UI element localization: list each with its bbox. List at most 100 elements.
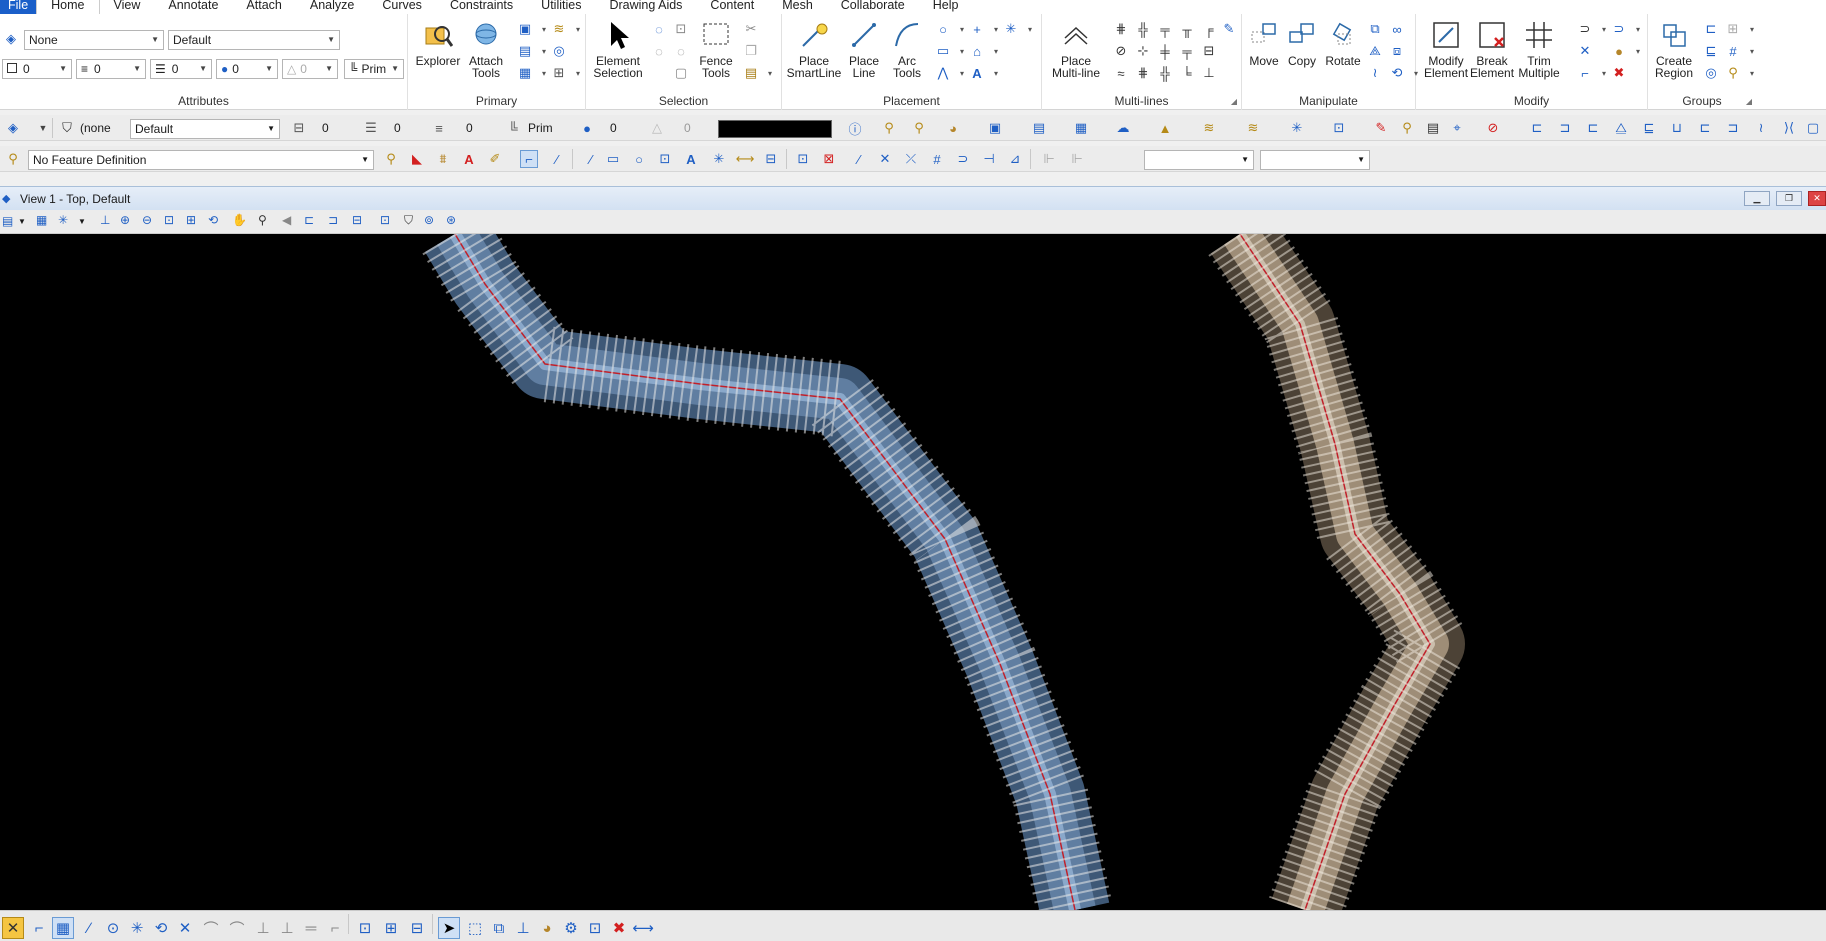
copy-clipboard-icon[interactable]: ❐ <box>742 42 760 60</box>
restore-button[interactable]: ❐ <box>1776 191 1802 206</box>
priority-combo[interactable]: △ 0 ▼ <box>282 59 338 79</box>
intersect-icon[interactable]: ✕ <box>1576 42 1594 60</box>
info-icon[interactable]: ⓘ <box>846 119 864 137</box>
civil-icon[interactable]: ⩩ <box>434 150 452 168</box>
search-icon[interactable]: ⚲ <box>1398 119 1416 137</box>
pan-view-icon[interactable]: ✋ <box>232 213 247 227</box>
align-top-icon[interactable]: ⧋ <box>1612 119 1630 137</box>
break-element-button[interactable]: Break Element <box>1470 18 1514 79</box>
select-none-icon[interactable]: ◌ <box>650 42 668 60</box>
shape-icon[interactable]: ⌂ <box>968 42 998 60</box>
edit-icon[interactable]: ✎ <box>1372 119 1390 137</box>
distribute-icon[interactable]: ⊔ <box>1668 119 1686 137</box>
text-icon[interactable]: A <box>682 150 700 168</box>
chamfer-icon[interactable]: ⊿ <box>1006 150 1024 168</box>
menu-file[interactable]: File <box>0 0 37 14</box>
level-display-icon[interactable]: ◎ <box>550 42 568 60</box>
mline-del-icon[interactable]: ⊥ <box>1200 64 1218 82</box>
align-center-icon[interactable]: ⊐ <box>1556 119 1574 137</box>
text-style-icon[interactable]: A <box>460 150 478 168</box>
zoom-in-icon[interactable]: ⊕ <box>120 213 130 227</box>
image-icon[interactable]: ▲ <box>1156 119 1174 137</box>
transparency-sphere-icon[interactable]: ● <box>578 119 596 137</box>
bisector-snap-icon[interactable]: ⟲ <box>150 917 172 939</box>
style-combo[interactable]: Default ▼ <box>168 30 340 50</box>
view-attributes-icon[interactable]: ▤ <box>2 214 13 228</box>
chevron-down-icon[interactable]: ▼ <box>34 119 52 137</box>
clip-volume-icon[interactable]: ⊟ <box>352 213 362 227</box>
text-icon[interactable]: A <box>968 64 998 82</box>
option-combo-1[interactable]: ▼ <box>1144 150 1254 170</box>
line-icon[interactable]: ∕ <box>582 150 600 168</box>
dimension-icon[interactable]: ⟷ <box>736 150 755 168</box>
layers-icon[interactable]: ≋ <box>1200 119 1218 137</box>
list-icon[interactable]: ▤ <box>1424 119 1442 137</box>
filter-label[interactable]: (none <box>80 121 111 135</box>
mline-cap-icon[interactable]: ╬ <box>1156 64 1174 82</box>
polyline-icon[interactable]: ⋀ <box>934 64 964 82</box>
level-manager-icon[interactable]: ≋ <box>550 20 580 38</box>
delete-icon[interactable]: ✖ <box>608 917 630 939</box>
copy-button[interactable]: Copy <box>1284 18 1320 67</box>
named-group-icon[interactable]: ⊑ <box>1702 42 1720 60</box>
feature-definition-combo[interactable]: No Feature Definition ▼ <box>28 150 374 170</box>
cube-icon[interactable]: ▣ <box>986 119 1004 137</box>
intersection-snap-icon[interactable]: ✕ <box>174 917 196 939</box>
priority-icon[interactable]: △ <box>648 119 666 137</box>
copy-view-icon[interactable]: ⊐ <box>328 213 338 227</box>
level-combo[interactable]: None ▼ <box>24 30 164 50</box>
clip-mask-icon[interactable]: ⛉ <box>404 213 413 228</box>
mline-corner-icon[interactable]: ╒ <box>1200 20 1218 38</box>
chamfer-icon[interactable]: ⊃ <box>1610 20 1640 38</box>
transparency-value[interactable]: 0 <box>684 121 691 135</box>
mline-cross-open-icon[interactable]: ╬ <box>1134 20 1152 38</box>
mline-cross-closed-icon[interactable]: ⋕ <box>1112 20 1130 38</box>
cell-icon[interactable]: ✳ <box>1002 20 1032 38</box>
measure-icon[interactable]: ⟷ <box>632 917 654 939</box>
extend-icon[interactable]: ⌐ <box>1576 64 1606 82</box>
smartline-icon[interactable]: ⌐ <box>28 917 50 939</box>
mirror-icon[interactable]: ⟩⟨ <box>1780 119 1798 137</box>
partial-delete-icon[interactable]: ⊣ <box>980 150 998 168</box>
brush-icon[interactable]: ✐ <box>486 150 504 168</box>
align-right-icon[interactable]: ⊏ <box>1584 119 1602 137</box>
delete-icon[interactable]: ✖ <box>1610 64 1628 82</box>
create-region-button[interactable]: Create Region <box>1652 18 1696 79</box>
select-all-icon[interactable]: ◌ <box>650 20 668 38</box>
dialog-launcher-icon[interactable]: ◢ <box>1231 97 1237 106</box>
extend-icon[interactable]: ⤫ <box>902 150 920 168</box>
groups-dialog-launcher-icon[interactable]: ◢ <box>1746 97 1752 106</box>
tool-disabled-1-icon[interactable]: ⊩ <box>1040 150 1058 168</box>
shape-icon[interactable]: ⊡ <box>656 150 674 168</box>
modify-element-button[interactable]: Modify Element <box>1424 18 1468 79</box>
tangent-snap-icon[interactable]: ⌒ <box>200 917 222 939</box>
place-multiline-button[interactable]: Place Multi-line <box>1046 18 1106 79</box>
color-bar[interactable] <box>718 120 832 138</box>
view-attr-icon[interactable]: ⊡ <box>1330 119 1348 137</box>
update-icon[interactable]: ⊥ <box>512 917 534 939</box>
tangent-point-snap-icon[interactable]: ⌒ <box>226 917 248 939</box>
through-point-snap-icon[interactable]: ⌐ <box>324 917 346 939</box>
menu-home[interactable]: Home <box>36 0 100 14</box>
mline-merge-icon[interactable]: ⊹ <box>1134 42 1152 60</box>
menu-drawing-aids[interactable]: Drawing Aids <box>595 0 696 14</box>
place-line-button[interactable]: Place Line <box>844 18 884 79</box>
menu-help[interactable]: Help <box>919 0 973 14</box>
smart-line-icon[interactable]: ⌐ <box>520 150 538 168</box>
grid-snap-icon[interactable]: ▦ <box>52 917 74 939</box>
filter-icon[interactable]: ⛉ <box>58 119 76 137</box>
menu-mesh[interactable]: Mesh <box>768 0 827 14</box>
rotate-view-icon[interactable]: ⟲ <box>208 213 218 227</box>
modify-icon[interactable]: ⊡ <box>584 917 606 939</box>
rotate-button[interactable]: Rotate <box>1322 18 1364 67</box>
hatch-icon[interactable]: # <box>1724 42 1754 60</box>
trim-multiple-button[interactable]: Trim Multiple <box>1516 18 1562 79</box>
option-combo-2[interactable]: ▼ <box>1260 150 1370 170</box>
references-icon[interactable]: ▣ <box>516 20 546 38</box>
bracket-right-icon[interactable]: ⊐ <box>1724 119 1742 137</box>
trim-icon[interactable]: ⁄ <box>850 150 868 168</box>
menu-curves[interactable]: Curves <box>368 0 436 14</box>
attach-tools-button[interactable]: Attach Tools <box>466 18 506 79</box>
menu-annotate[interactable]: Annotate <box>154 0 232 14</box>
parallel-snap-icon[interactable]: ═ <box>300 917 322 939</box>
